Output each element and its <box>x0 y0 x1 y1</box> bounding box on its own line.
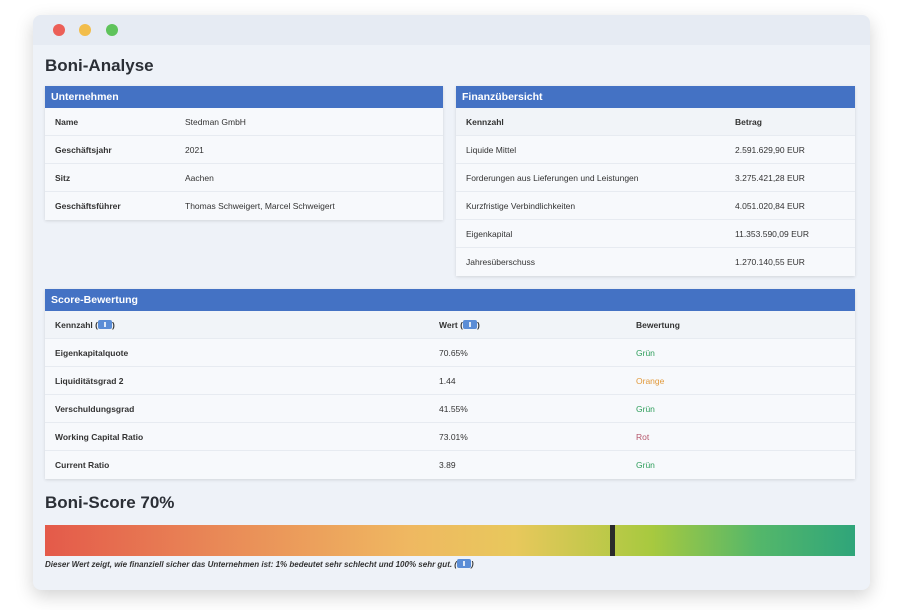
finance-row-value: 3.275.421,28 EUR <box>735 172 805 183</box>
finance-row: Kurzfristige Verbindlichkeiten 4.051.020… <box>456 192 855 220</box>
finance-row: Forderungen aus Lieferungen und Leistung… <box>456 164 855 192</box>
company-row-value: Aachen <box>185 172 214 183</box>
company-panel-header: Unternehmen <box>45 86 443 108</box>
finance-row-label: Forderungen aus Lieferungen und Leistung… <box>466 172 639 183</box>
score-row-rating: Grün <box>636 460 655 470</box>
finance-row-label: Kurzfristige Verbindlichkeiten <box>466 200 576 211</box>
score-row-value: 73.01% <box>439 431 468 442</box>
close-window-button[interactable] <box>53 24 65 36</box>
score-row: Working Capital Ratio 73.01% Rot <box>45 423 855 451</box>
company-row: Geschäftsjahr 2021 <box>45 136 443 164</box>
score-col-wert: Wert () <box>429 319 626 330</box>
finance-row-label: Liquide Mittel <box>466 144 517 155</box>
score-row-value: 1.44 <box>439 375 456 386</box>
score-row-rating: Rot <box>636 431 650 442</box>
finance-row-value: 11.353.590,09 EUR <box>735 228 810 239</box>
score-row: Current Ratio 3.89 Grün <box>45 451 855 479</box>
finance-row-value: 1.270.140,55 EUR <box>735 257 805 267</box>
score-row-rating: Grün <box>636 403 655 414</box>
page-title: Boni-Analyse <box>45 56 154 75</box>
app-window: Boni-Analyse Unternehmen Name Stedman Gm… <box>33 15 870 590</box>
boni-score-title: Boni-Score 70% <box>45 493 175 512</box>
company-row: Name Stedman GmbH <box>45 108 443 136</box>
score-col-kennzahl-close: ) <box>111 319 115 330</box>
score-row-rating: Grün <box>636 347 655 358</box>
maximize-window-button[interactable] <box>106 24 118 36</box>
company-row-value: Stedman GmbH <box>185 116 246 127</box>
window-titlebar <box>33 15 870 45</box>
score-row-label: Current Ratio <box>55 460 110 470</box>
company-row: Geschäftsführer Thomas Schweigert, Marce… <box>45 192 443 220</box>
score-row-value: 3.89 <box>439 460 456 470</box>
finance-row-value: 4.051.020,84 EUR <box>735 200 805 211</box>
info-icon[interactable] <box>462 319 477 329</box>
score-panel: Score-Bewertung Kennzahl () Wert () Bewe… <box>45 289 855 479</box>
score-col-wert-label: Wert ( <box>439 319 463 330</box>
score-table-header: Kennzahl () Wert () Bewertung <box>45 311 855 339</box>
score-row: Eigenkapitalquote 70.65% Grün <box>45 339 855 367</box>
company-row-label: Name <box>55 116 79 127</box>
minimize-window-button[interactable] <box>79 24 91 36</box>
boni-score-note: Dieser Wert zeigt, wie finanziell sicher… <box>45 559 474 569</box>
finance-panel: Finanzübersicht Kennzahl Betrag Liquide … <box>456 86 855 276</box>
info-icon[interactable] <box>456 559 471 568</box>
company-row-value: 2021 <box>185 144 204 155</box>
boni-score-bar <box>45 525 855 556</box>
company-row-value: Thomas Schweigert, Marcel Schweigert <box>185 201 335 211</box>
company-row: Sitz Aachen <box>45 164 443 192</box>
finance-row: Jahresüberschuss 1.270.140,55 EUR <box>456 248 855 276</box>
finance-row: Liquide Mittel 2.591.629,90 EUR <box>456 136 855 164</box>
score-col-bewertung: Bewertung <box>636 319 680 330</box>
score-panel-header: Score-Bewertung <box>45 289 855 311</box>
finance-panel-header: Finanzübersicht <box>456 86 855 108</box>
finance-row: Eigenkapital 11.353.590,09 EUR <box>456 220 855 248</box>
company-panel: Unternehmen Name Stedman GmbH Geschäftsj… <box>45 86 443 220</box>
score-row-label: Verschuldungsgrad <box>55 403 135 414</box>
finance-table-header: Kennzahl Betrag <box>456 108 855 136</box>
score-col-kennzahl-label: Kennzahl ( <box>55 319 98 330</box>
finance-col-betrag: Betrag <box>735 116 762 127</box>
finance-row-value: 2.591.629,90 EUR <box>735 144 805 155</box>
company-row-label: Geschäftsjahr <box>55 144 112 155</box>
finance-col-kennzahl: Kennzahl <box>466 116 504 127</box>
score-row: Verschuldungsgrad 41.55% Grün <box>45 395 855 423</box>
score-col-wert-close: ) <box>476 319 480 330</box>
score-row-label: Working Capital Ratio <box>55 431 144 442</box>
score-row: Liquiditätsgrad 2 1.44 Orange <box>45 367 855 395</box>
boni-score-marker <box>610 525 615 556</box>
finance-row-label: Eigenkapital <box>466 228 513 239</box>
score-col-kennzahl: Kennzahl () <box>45 319 429 330</box>
company-row-label: Geschäftsführer <box>55 201 121 211</box>
boni-score-note-text: Dieser Wert zeigt, wie finanziell sicher… <box>45 560 457 569</box>
score-row-value: 70.65% <box>439 347 468 358</box>
finance-row-label: Jahresüberschuss <box>466 257 535 267</box>
score-row-rating: Orange <box>636 375 665 386</box>
company-row-label: Sitz <box>55 172 71 183</box>
info-icon[interactable] <box>97 319 112 329</box>
score-row-label: Liquiditätsgrad 2 <box>55 375 124 386</box>
score-row-value: 41.55% <box>439 403 468 414</box>
score-row-label: Eigenkapitalquote <box>55 347 129 358</box>
